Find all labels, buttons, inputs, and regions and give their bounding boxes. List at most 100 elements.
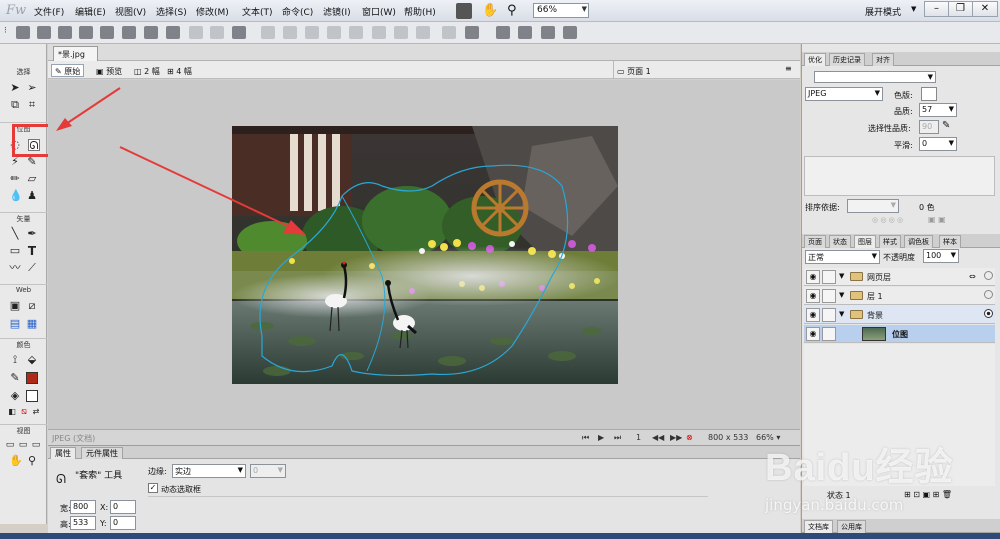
opacity-field[interactable]: 100 ▼	[923, 249, 959, 263]
open-icon[interactable]	[37, 26, 51, 39]
smoothing-field[interactable]: 0 ▼	[919, 137, 957, 151]
prev-frame-icon[interactable]: ◀◀	[652, 433, 664, 442]
eye-icon[interactable]: ◉	[806, 308, 820, 322]
tab-optimize[interactable]: 优化	[804, 53, 826, 66]
redo-icon[interactable]	[166, 26, 180, 39]
expand-icon[interactable]: ▼	[839, 272, 844, 280]
print-icon[interactable]	[122, 26, 136, 39]
eye-icon[interactable]: ◉	[806, 327, 820, 341]
expand-icon[interactable]: ▼	[839, 291, 844, 299]
crop-tool-icon[interactable]: ⌗	[26, 99, 38, 111]
back-icon[interactable]	[416, 26, 430, 39]
export-icon[interactable]	[100, 26, 114, 39]
forward-icon[interactable]	[372, 26, 386, 39]
minimize-button[interactable]: –	[924, 1, 949, 17]
layer-row-layer1[interactable]: ◉ ▼ 层 1	[804, 287, 995, 305]
lock-icon[interactable]	[822, 289, 836, 303]
menu-command[interactable]: 命令(C)	[282, 5, 313, 18]
export-preset-select[interactable]: ▼	[814, 71, 936, 83]
play-icon[interactable]: ▶	[598, 433, 604, 442]
close-button[interactable]: ✕	[972, 1, 998, 17]
save-icon[interactable]	[58, 26, 72, 39]
tab-swatches[interactable]: 样本	[939, 235, 961, 248]
next-frame-icon[interactable]: ▶▶	[670, 433, 682, 442]
zoom-tool-icon[interactable]: ⚲	[26, 455, 38, 467]
line-tool-icon[interactable]: ╲	[9, 228, 21, 240]
stamp-tool-icon[interactable]: ♟	[26, 190, 38, 202]
copy-icon[interactable]	[210, 26, 224, 39]
view-preview[interactable]: ▣ 预览	[92, 64, 126, 77]
share-icon[interactable]: ⇔	[969, 272, 976, 281]
zoom-icon[interactable]: ⚲	[507, 3, 523, 19]
menu-text[interactable]: 文本(T)	[242, 5, 273, 18]
edge-select[interactable]: 实边 ▼	[172, 464, 246, 478]
hotspot-tool-icon[interactable]: ▣	[9, 300, 21, 312]
expand-icon[interactable]: ▼	[839, 310, 844, 318]
subselect-tool-icon[interactable]: ➢	[26, 82, 38, 94]
paste-icon[interactable]	[232, 26, 246, 39]
tab-common-library[interactable]: 公用库	[837, 520, 866, 533]
tab-pages[interactable]: 页面	[804, 235, 826, 248]
group-icon[interactable]	[261, 26, 275, 39]
stroke-color-swatch[interactable]	[26, 372, 38, 384]
stop-icon[interactable]: ⊗	[686, 433, 693, 442]
menu-window[interactable]: 窗口(W)	[362, 5, 396, 18]
matte-swatch[interactable]	[921, 87, 937, 101]
knife-tool-icon[interactable]: ⟋	[26, 262, 38, 274]
menu-edit[interactable]: 编辑(E)	[75, 5, 106, 18]
canvas-area[interactable]	[48, 80, 800, 429]
restore-button[interactable]: ❐	[948, 1, 973, 17]
pointer-tool-icon[interactable]: ➤	[9, 82, 21, 94]
new-icon[interactable]	[16, 26, 30, 39]
cut-icon[interactable]	[189, 26, 203, 39]
dynamic-marquee-checkbox[interactable]: ✓	[148, 483, 158, 493]
lock-icon[interactable]	[822, 308, 836, 322]
menu-modify[interactable]: 修改(M)	[196, 5, 229, 18]
palette-tools-icon[interactable]: ◎ ◎ ◎ ◎	[872, 216, 903, 224]
pen-tool-icon[interactable]: ✒	[26, 228, 38, 240]
split-icon[interactable]	[327, 26, 341, 39]
brush-tool-icon[interactable]: ✎	[26, 156, 38, 168]
eyedropper-icon[interactable]: ⟟	[9, 354, 21, 366]
screen-mode-icon[interactable]	[456, 3, 472, 19]
standard-screen-icon[interactable]: ▭	[4, 439, 16, 451]
rectangle-tool-icon[interactable]: ▭	[9, 245, 21, 257]
magic-wand-icon[interactable]: ⚡	[9, 156, 21, 168]
height-field[interactable]: 533	[70, 516, 96, 530]
tab-layers[interactable]: 图层	[854, 235, 876, 248]
tab-styles[interactable]: 样式	[879, 235, 901, 248]
palette-new-icon[interactable]: ▣ ▣	[928, 215, 946, 224]
lock-icon[interactable]	[822, 327, 836, 341]
scale-tool-icon[interactable]: ⧉	[9, 99, 21, 111]
undo-icon[interactable]	[144, 26, 158, 39]
panel-options-icon[interactable]: ≡	[785, 64, 792, 73]
selection-indicator[interactable]	[984, 271, 993, 280]
tab-states[interactable]: 状态	[829, 235, 851, 248]
tab-document-library[interactable]: 文档库	[804, 520, 833, 533]
zoom-select[interactable]: 66% ▼	[533, 3, 589, 18]
menu-view[interactable]: 视图(V)	[115, 5, 146, 18]
width-field[interactable]: 800	[70, 500, 96, 514]
menu-file[interactable]: 文件(F)	[34, 5, 64, 18]
sort-select[interactable]: ▼	[847, 199, 899, 213]
workspace-menu[interactable]: 展开模式	[865, 5, 901, 18]
menu-select[interactable]: 选择(S)	[156, 5, 187, 18]
flip-h-icon[interactable]	[541, 26, 555, 39]
import-icon[interactable]	[79, 26, 93, 39]
pencil-tool-icon[interactable]: ✏	[9, 173, 21, 185]
eye-icon[interactable]: ◉	[806, 289, 820, 303]
x-field[interactable]: 0	[110, 500, 136, 514]
fill-color-swatch[interactable]	[26, 390, 38, 402]
rotate-right-icon[interactable]	[518, 26, 532, 39]
hide-slices-icon[interactable]: ▤	[9, 318, 21, 330]
flip-v-icon[interactable]	[563, 26, 577, 39]
view-original[interactable]: ✎ 原始	[51, 64, 85, 77]
hand-icon[interactable]: ✋	[482, 3, 498, 19]
layer-row-web[interactable]: ◉ ▼ 网页层 ⇔	[804, 268, 995, 286]
hand-tool-icon[interactable]: ✋	[9, 455, 23, 467]
text-tool-icon[interactable]: T	[26, 245, 38, 257]
layer-row-background[interactable]: ◉ ▼ 背景	[804, 306, 995, 324]
view-4up[interactable]: ⊞ 4 幅	[163, 64, 196, 77]
ungroup-icon[interactable]	[283, 26, 297, 39]
quality-field[interactable]: 57 ▼	[919, 103, 957, 117]
